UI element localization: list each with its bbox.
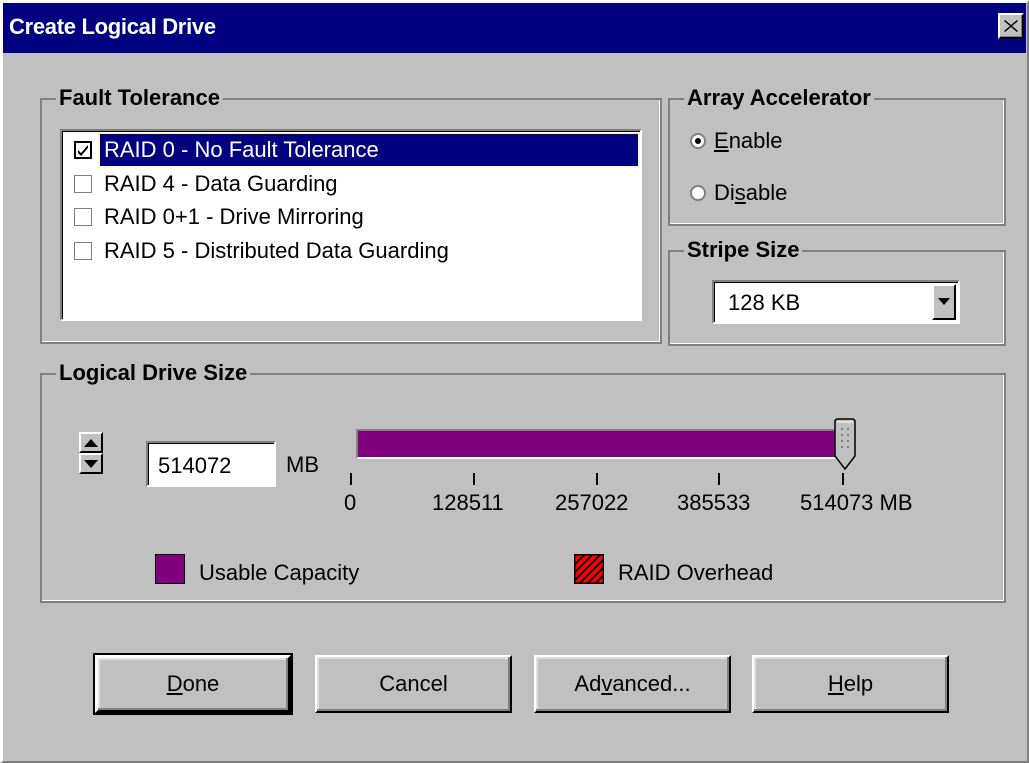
help-button[interactable]: Help (752, 655, 949, 713)
checkbox[interactable] (74, 242, 92, 260)
scale-tick (596, 473, 598, 485)
stripe-size-value: 128 KB (728, 290, 801, 315)
checkmark-icon (78, 145, 88, 156)
list-item[interactable]: RAID 0+1 - Drive Mirroring (68, 201, 638, 233)
usable-capacity-fill (358, 431, 842, 457)
spin-down-button[interactable] (79, 453, 103, 474)
scale-label: 0 (344, 490, 357, 515)
usable-capacity-label: Usable Capacity (199, 560, 360, 585)
arrow-down-icon (84, 459, 98, 468)
usable-capacity-swatch (155, 554, 185, 584)
scale-label: 514073 MB (800, 490, 913, 515)
enable-label: Enable (714, 128, 783, 153)
list-item-label: RAID 0 - No Fault Tolerance (99, 133, 639, 167)
disable-radio[interactable]: Disable (690, 180, 787, 206)
scale-tick (473, 473, 475, 485)
cancel-label: Cancel (379, 671, 448, 696)
scale-label: 257022 (555, 490, 629, 515)
scale-tick (718, 473, 720, 485)
advanced-button[interactable]: Advanced... (534, 655, 731, 713)
title-bar[interactable]: Create Logical Drive (3, 3, 1026, 53)
disable-label: Disable (714, 180, 788, 205)
scale-label: 128511 (432, 490, 504, 515)
list-item[interactable]: RAID 5 - Distributed Data Guarding (68, 235, 638, 267)
raid-overhead-label: RAID Overhead (618, 560, 774, 585)
size-unit-label: MB (286, 452, 319, 477)
scale-tick (842, 473, 844, 485)
spin-up-button[interactable] (79, 432, 103, 453)
close-button[interactable] (998, 13, 1024, 39)
size-input[interactable]: 514072 (146, 441, 276, 487)
stripe-size-label: Stripe Size (684, 237, 803, 263)
size-slider-handle[interactable] (834, 418, 856, 470)
checkbox[interactable] (74, 175, 92, 193)
scale-label: 385533 (677, 490, 751, 515)
list-item[interactable]: RAID 0 - No Fault Tolerance (68, 133, 639, 167)
scale-tick (350, 473, 352, 485)
stripe-size-dropdown[interactable]: 128 KB (712, 280, 960, 324)
arrow-up-icon (84, 438, 98, 447)
enable-radio[interactable]: Enable (690, 128, 783, 154)
fault-tolerance-list[interactable]: RAID 0 - No Fault Tolerance RAID 4 - Dat… (60, 129, 642, 321)
help-label: Help (827, 671, 874, 696)
cancel-button[interactable]: Cancel (315, 655, 512, 713)
list-item-label: RAID 4 - Data Guarding (104, 171, 338, 196)
chevron-down-icon (938, 298, 950, 305)
done-button[interactable]: Done (93, 653, 293, 715)
list-item-label: RAID 0+1 - Drive Mirroring (104, 204, 364, 229)
capacity-bar[interactable] (356, 429, 844, 459)
array-accelerator-label: Array Accelerator (684, 85, 874, 111)
checkbox[interactable] (74, 208, 92, 226)
advanced-label: Advanced... (574, 671, 691, 696)
size-spinner[interactable] (79, 432, 103, 474)
list-item-label: RAID 5 - Distributed Data Guarding (104, 238, 449, 263)
logical-drive-size-label: Logical Drive Size (56, 360, 251, 386)
dropdown-button[interactable] (932, 284, 956, 320)
radio-button[interactable] (690, 185, 706, 201)
radio-button[interactable] (690, 133, 706, 149)
done-label: Done (166, 671, 220, 696)
array-accelerator-group: Array Accelerator (668, 85, 1006, 226)
list-item[interactable]: RAID 4 - Data Guarding (68, 168, 638, 200)
close-icon (1004, 20, 1018, 32)
fault-tolerance-label: Fault Tolerance (56, 85, 223, 111)
raid-overhead-swatch (574, 554, 604, 584)
window-title: Create Logical Drive (9, 14, 216, 39)
checkbox[interactable] (74, 141, 92, 159)
